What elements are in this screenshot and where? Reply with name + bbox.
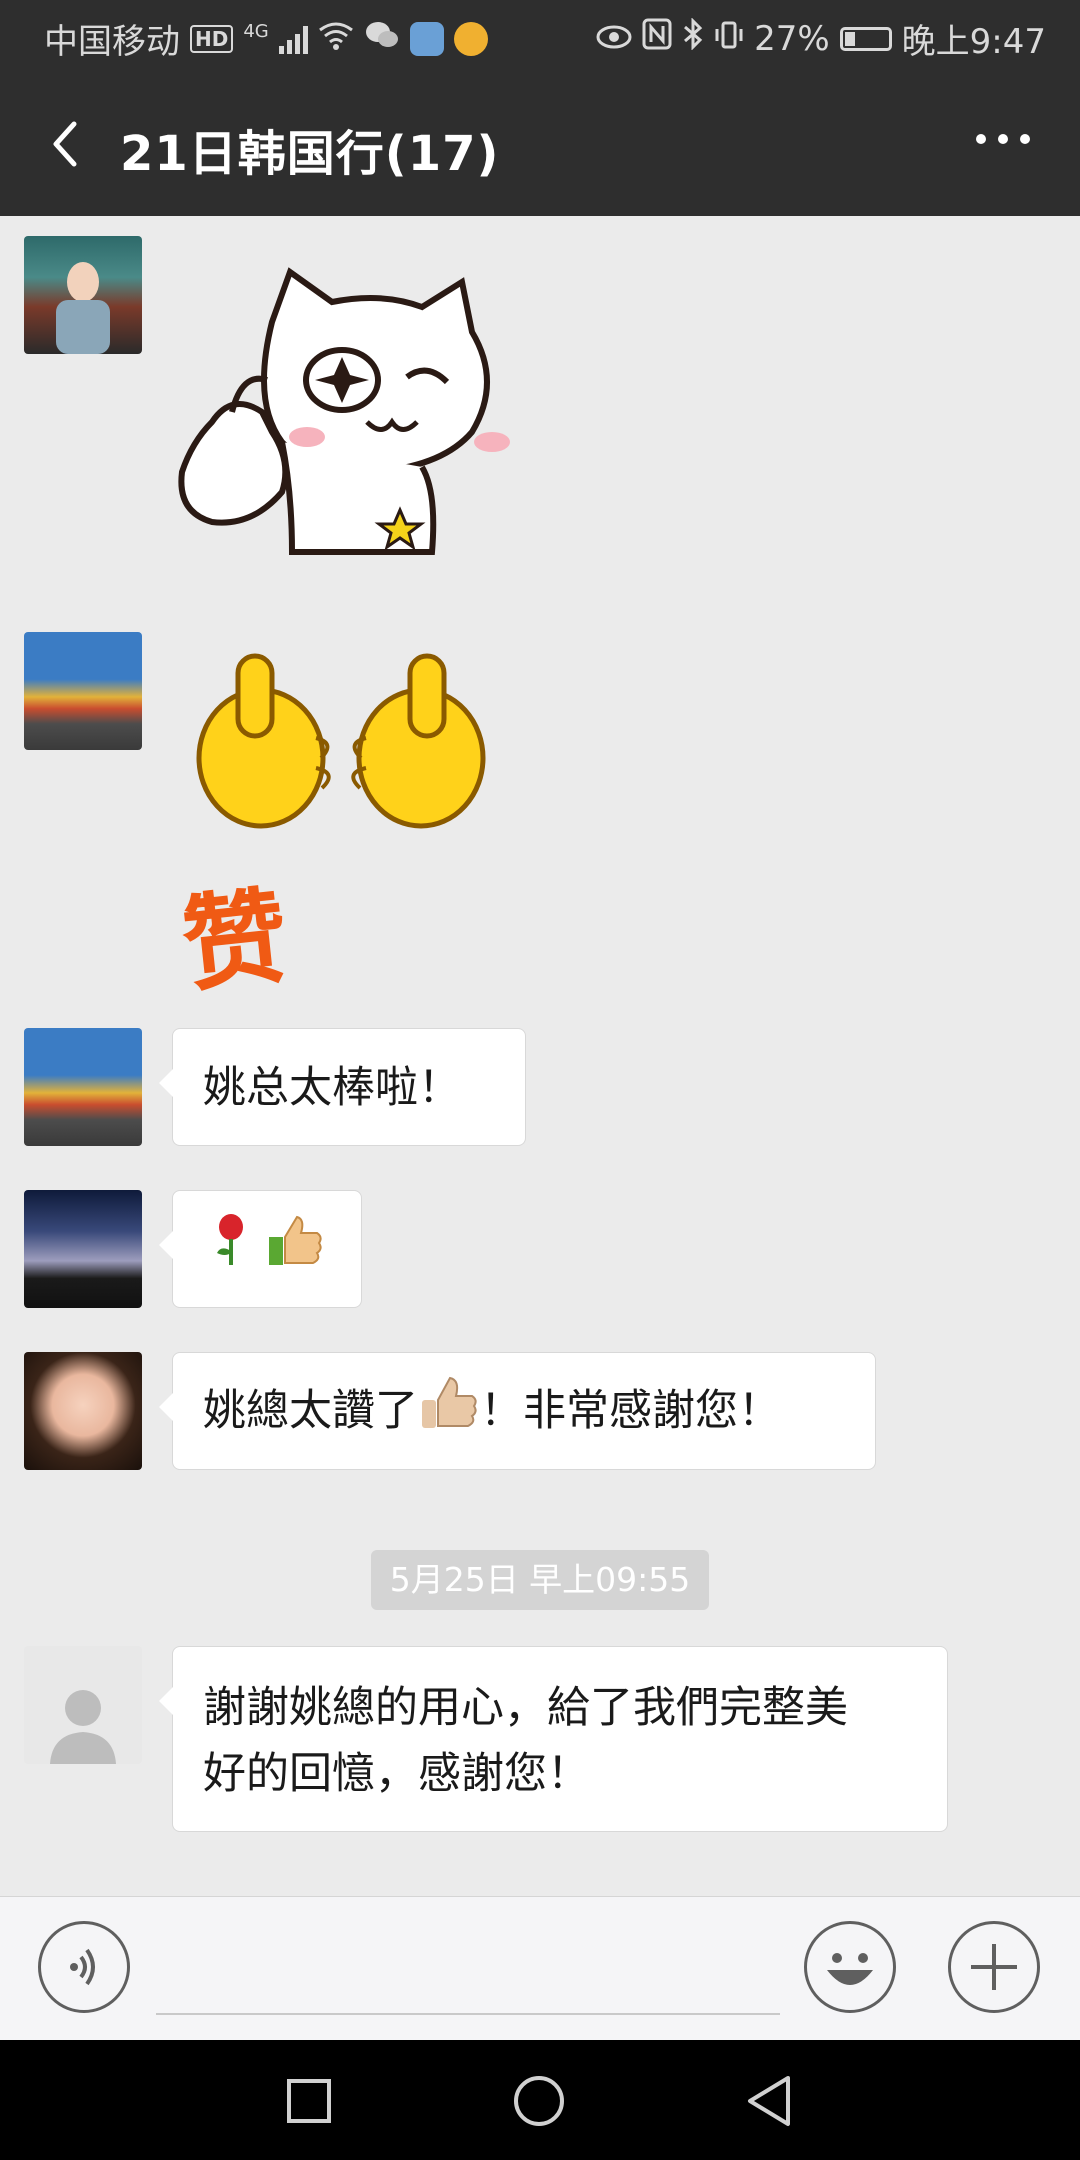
status-time: 晚上9:47 — [901, 22, 1046, 62]
default-avatar-icon — [50, 1690, 116, 1764]
message-text: 姚總太讚了 — [203, 1386, 418, 1436]
chat-title: 21日韩国行(17) — [120, 126, 500, 182]
vibrate-icon — [714, 19, 744, 59]
system-nav-bar — [0, 2040, 1080, 2160]
message-bubble[interactable] — [159, 1190, 362, 1308]
zan-sticker-text: 赞 — [176, 873, 294, 1008]
back-arrow-icon[interactable] — [40, 114, 100, 174]
status-bar: 中国移动 HD 4G 27% 晚上9:47 — [0, 0, 1080, 74]
app-icon — [409, 21, 444, 56]
message-bubble[interactable]: 姚總太讚了 ！非常感謝您！ — [159, 1352, 876, 1470]
carrier-label: 中国移动 — [44, 22, 180, 62]
more-functions-button[interactable] — [948, 1921, 1040, 2013]
rose-emoji — [213, 1213, 249, 1286]
avatar[interactable] — [24, 1352, 142, 1470]
nav-back-icon[interactable] — [744, 2074, 794, 2132]
chat-header: 21日韩国行(17) — [0, 74, 1080, 216]
smiley-icon — [827, 1953, 873, 1985]
message-bubble[interactable]: 姚总太棒啦！ — [159, 1028, 526, 1146]
message-bubble[interactable]: 謝謝姚總的用心，給了我們完整美 好的回憶，感謝您！ — [159, 1646, 948, 1832]
home-icon[interactable] — [512, 2074, 566, 2132]
emoji-button[interactable] — [804, 1921, 896, 2013]
wifi-icon — [318, 19, 354, 59]
message-text-line: 謝謝姚總的用心，給了我們完整美 — [203, 1683, 848, 1733]
chat-input-bar — [0, 1896, 1080, 2041]
message-text: ！非常感謝您！ — [480, 1386, 781, 1436]
avatar[interactable] — [24, 632, 142, 750]
battery-icon — [839, 26, 892, 51]
thumbs-up-sticker[interactable]: 赞 — [176, 648, 506, 1007]
avatar[interactable] — [24, 1190, 142, 1308]
cat-sticker[interactable] — [172, 262, 532, 566]
app-icon-2 — [453, 21, 488, 56]
avatar[interactable] — [24, 1646, 142, 1764]
network-type: 4G — [243, 21, 269, 42]
timestamp-badge: 5月25日 早上09:55 — [371, 1550, 709, 1610]
plus-icon — [971, 1944, 1017, 1990]
status-right: 27% 晚上9:47 — [596, 14, 1046, 63]
recents-icon[interactable] — [286, 2078, 332, 2128]
battery-percent: 27% — [754, 18, 830, 59]
signal-icon — [278, 24, 308, 54]
nfc-icon — [642, 18, 672, 59]
hd-badge: HD — [190, 24, 234, 53]
message-text: 姚总太棒啦！ — [203, 1063, 461, 1113]
thumbs-up-emoji — [267, 1213, 323, 1286]
status-left: 中国移动 HD 4G — [44, 14, 488, 63]
message-text-line: 好的回憶，感謝您！ — [203, 1749, 590, 1799]
more-options-icon[interactable] — [976, 134, 1030, 144]
message-input[interactable] — [156, 2013, 780, 2015]
voice-icon — [70, 1948, 95, 1986]
voice-input-button[interactable] — [38, 1921, 130, 2013]
thumbs-up-emoji — [420, 1374, 478, 1449]
avatar[interactable] — [24, 1028, 142, 1146]
eye-icon — [596, 19, 632, 59]
wechat-icon — [364, 19, 400, 59]
bluetooth-icon — [682, 17, 704, 59]
avatar[interactable] — [24, 236, 142, 354]
